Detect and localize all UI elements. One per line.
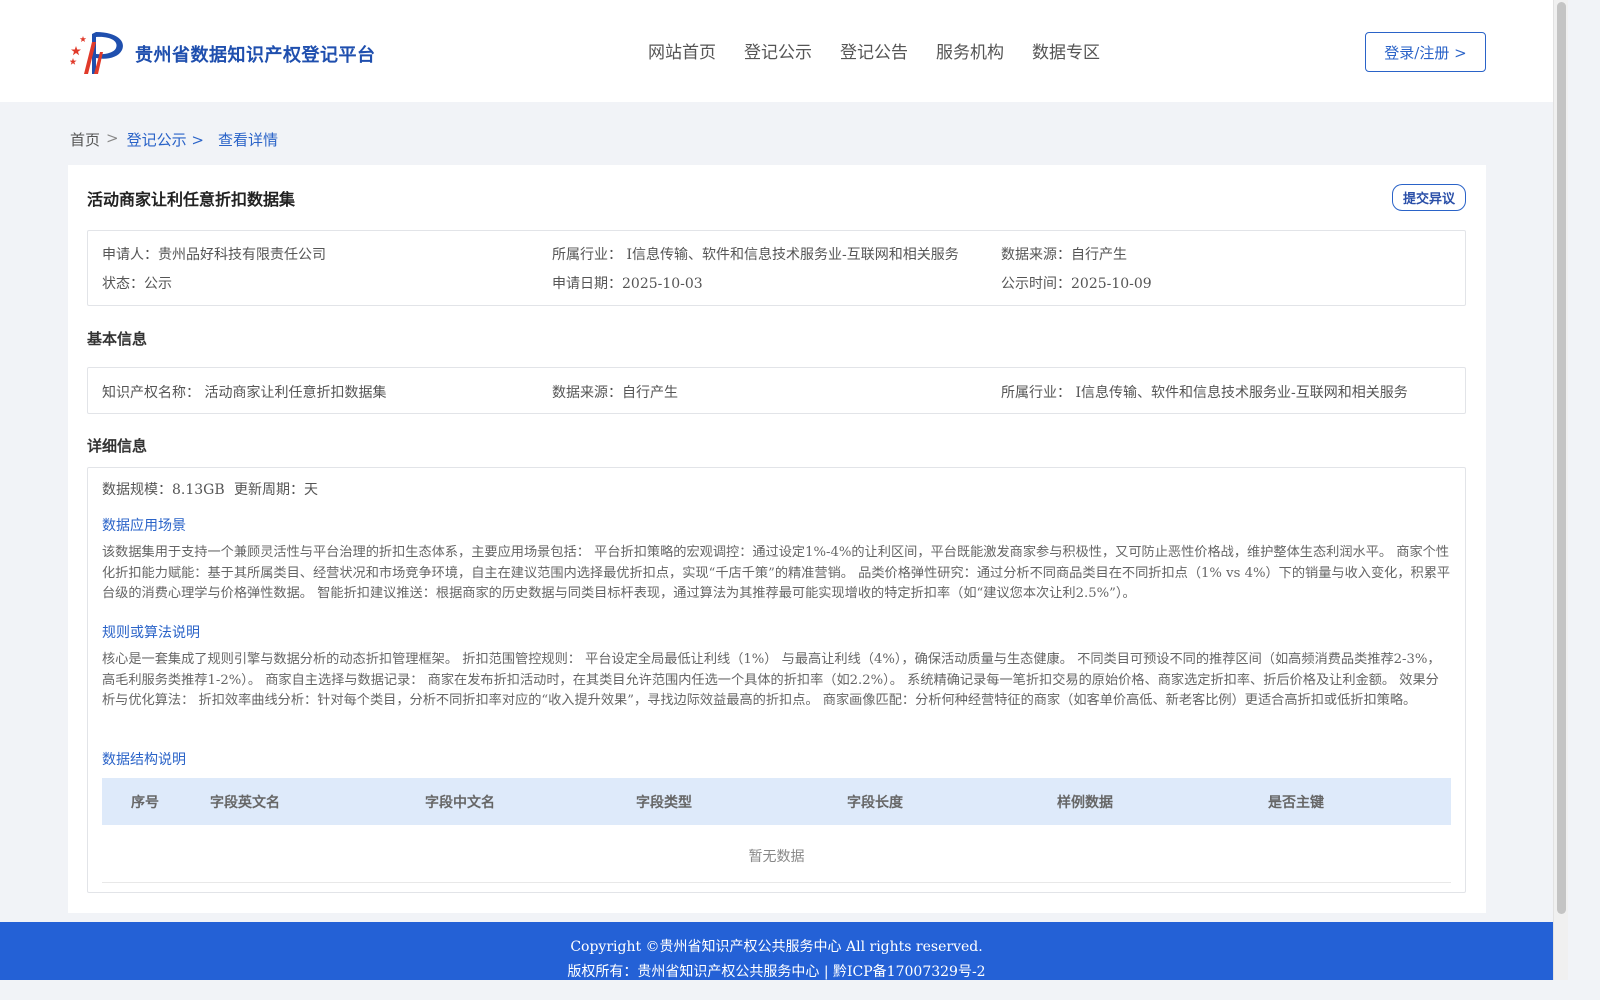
- platform-logo-icon[interactable]: [70, 28, 130, 78]
- breadcrumb-separator: >: [106, 129, 119, 147]
- status-field: 状态：公示: [102, 276, 172, 292]
- table-header-chinese-name: 字段中文名: [425, 795, 495, 811]
- nav-item-registration-publicity[interactable]: 登记公示: [744, 38, 812, 63]
- data-scale-field: 数据规模：8.13GB: [102, 482, 225, 498]
- breadcrumb-home[interactable]: 首页: [70, 129, 100, 150]
- basic-info-heading: 基本信息: [87, 330, 148, 348]
- application-scenario-heading: 数据应用场景: [102, 518, 186, 534]
- industry-field: 所属行业： I信息传输、软件和信息技术服务业-互联网和相关服务: [552, 247, 959, 263]
- page-scrollbar[interactable]: [1553, 0, 1568, 980]
- nav-item-data-zone[interactable]: 数据专区: [1032, 38, 1100, 63]
- detail-card: 活动商家让利任意折扣数据集 提交异议 申请人：贵州品好科技有限责任公司 所属行业…: [68, 165, 1486, 913]
- footer-owner: 版权所有：贵州省知识产权公共服务中心 | 黔ICP备17007329号-2: [567, 964, 986, 980]
- table-header-english-name: 字段英文名: [210, 795, 280, 811]
- data-structure-table-header: 序号 字段英文名 字段中文名 字段类型 字段长度 样例数据 是否主键: [102, 778, 1451, 825]
- nav-item-home[interactable]: 网站首页: [648, 38, 716, 63]
- table-header-index: 序号: [131, 795, 159, 811]
- main-nav: 网站首页 登记公示 登记公告 服务机构 数据专区: [648, 38, 1128, 63]
- table-header-field-type: 字段类型: [636, 795, 692, 811]
- apply-date-field: 申请日期：2025-10-03: [552, 276, 703, 292]
- login-register-button[interactable]: 登录/注册 >: [1365, 32, 1486, 72]
- detail-info-box: 数据规模：8.13GB 更新周期：天 数据应用场景 该数据集用于支持一个兼顾灵活…: [87, 467, 1466, 893]
- application-scenario-text: 该数据集用于支持一个兼顾灵活性与平台治理的折扣生态体系，主要应用场景包括： 平台…: [102, 545, 1451, 601]
- table-header-primary-key: 是否主键: [1268, 795, 1324, 811]
- table-divider: [102, 882, 1451, 883]
- ip-name-field: 知识产权名称： 活动商家让利任意折扣数据集: [102, 385, 387, 401]
- table-empty-text: 暂无数据: [748, 849, 805, 865]
- data-source-field: 数据来源：自行产生: [1001, 247, 1127, 263]
- footer-copyright: Copyright ©贵州省知识产权公共服务中心 All rights rese…: [570, 939, 983, 955]
- table-header-sample-data: 样例数据: [1057, 795, 1113, 811]
- rule-algorithm-text: 核心是一套集成了规则引擎与数据分析的动态折扣管理框架。 折扣范围管控规则： 平台…: [102, 652, 1441, 708]
- basic-data-source-field: 数据来源：自行产生: [552, 385, 678, 401]
- site-header: 贵州省数据知识产权登记平台 网站首页 登记公示 登记公告 服务机构 数据专区 登…: [0, 0, 1553, 102]
- basic-info-box: 知识产权名称： 活动商家让利任意折扣数据集 数据来源：自行产生 所属行业： I信…: [87, 367, 1466, 414]
- breadcrumb-registration-publicity[interactable]: 登记公示 >: [127, 129, 204, 150]
- scrollbar-thumb[interactable]: [1557, 2, 1566, 914]
- nav-item-service-agencies[interactable]: 服务机构: [936, 38, 1004, 63]
- basic-industry-field: 所属行业： I信息传输、软件和信息技术服务业-互联网和相关服务: [1001, 385, 1408, 401]
- breadcrumb-view-details[interactable]: 查看详情: [218, 129, 278, 150]
- applicant-field: 申请人：贵州品好科技有限责任公司: [102, 247, 326, 263]
- publish-date-field: 公示时间：2025-10-09: [1001, 276, 1152, 292]
- detail-info-heading: 详细信息: [87, 437, 148, 455]
- site-footer: Copyright ©贵州省知识产权公共服务中心 All rights rese…: [0, 922, 1553, 980]
- breadcrumb: 首页 > 登记公示 > 查看详情: [70, 129, 284, 150]
- page-title: 活动商家让利任意折扣数据集: [87, 190, 296, 209]
- submit-objection-button[interactable]: 提交异议: [1392, 184, 1466, 211]
- summary-box: 申请人：贵州品好科技有限责任公司 所属行业： I信息传输、软件和信息技术服务业-…: [87, 230, 1466, 306]
- nav-item-registration-announcement[interactable]: 登记公告: [840, 38, 908, 63]
- data-structure-heading: 数据结构说明: [102, 752, 186, 768]
- table-header-field-length: 字段长度: [847, 795, 903, 811]
- update-cycle-field: 更新周期：天: [234, 482, 318, 498]
- rule-algorithm-heading: 规则或算法说明: [102, 625, 200, 641]
- site-title[interactable]: 贵州省数据知识产权登记平台: [135, 41, 376, 67]
